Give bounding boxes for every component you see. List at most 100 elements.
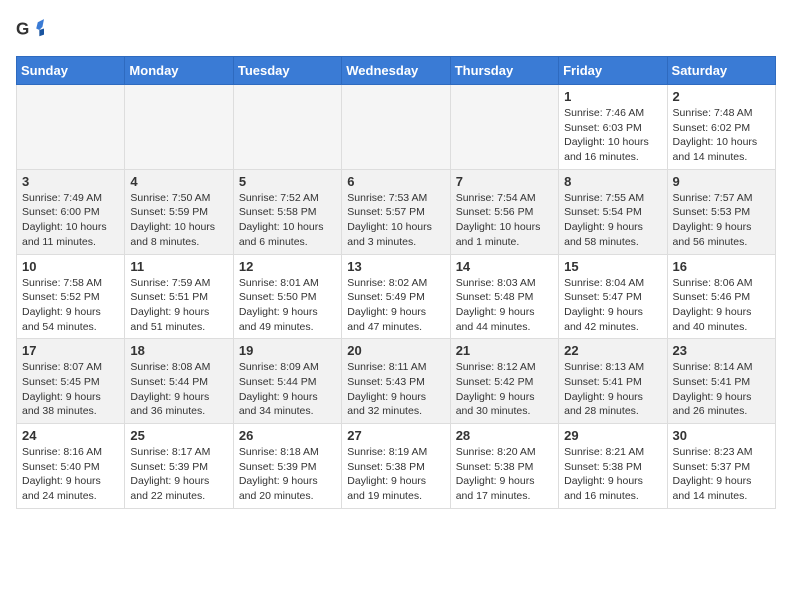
calendar-cell: 16 Sunrise: 8:06 AM Sunset: 5:46 PM Dayli… bbox=[667, 254, 775, 339]
day-info: Sunrise: 7:49 AM Sunset: 6:00 PM Dayligh… bbox=[22, 191, 119, 250]
day-info: Sunrise: 8:14 AM Sunset: 5:41 PM Dayligh… bbox=[673, 360, 770, 419]
day-number: 17 bbox=[22, 343, 119, 358]
calendar-cell: 3 Sunrise: 7:49 AM Sunset: 6:00 PM Daylig… bbox=[17, 169, 125, 254]
calendar-cell bbox=[125, 85, 233, 170]
day-info: Sunrise: 8:04 AM Sunset: 5:47 PM Dayligh… bbox=[564, 276, 661, 335]
day-info: Sunrise: 8:23 AM Sunset: 5:37 PM Dayligh… bbox=[673, 445, 770, 504]
day-number: 6 bbox=[347, 174, 444, 189]
day-info: Sunrise: 8:01 AM Sunset: 5:50 PM Dayligh… bbox=[239, 276, 336, 335]
weekday-header-friday: Friday bbox=[559, 57, 667, 85]
day-number: 1 bbox=[564, 89, 661, 104]
calendar-cell: 18 Sunrise: 8:08 AM Sunset: 5:44 PM Dayli… bbox=[125, 339, 233, 424]
day-info: Sunrise: 8:02 AM Sunset: 5:49 PM Dayligh… bbox=[347, 276, 444, 335]
day-info: Sunrise: 8:18 AM Sunset: 5:39 PM Dayligh… bbox=[239, 445, 336, 504]
calendar-week-2: 3 Sunrise: 7:49 AM Sunset: 6:00 PM Daylig… bbox=[17, 169, 776, 254]
day-info: Sunrise: 7:50 AM Sunset: 5:59 PM Dayligh… bbox=[130, 191, 227, 250]
calendar-cell: 12 Sunrise: 8:01 AM Sunset: 5:50 PM Dayli… bbox=[233, 254, 341, 339]
day-number: 28 bbox=[456, 428, 553, 443]
day-number: 3 bbox=[22, 174, 119, 189]
day-info: Sunrise: 8:20 AM Sunset: 5:38 PM Dayligh… bbox=[456, 445, 553, 504]
day-number: 5 bbox=[239, 174, 336, 189]
page-header: G bbox=[16, 16, 776, 44]
day-info: Sunrise: 8:13 AM Sunset: 5:41 PM Dayligh… bbox=[564, 360, 661, 419]
weekday-header-thursday: Thursday bbox=[450, 57, 558, 85]
weekday-header-tuesday: Tuesday bbox=[233, 57, 341, 85]
calendar-cell bbox=[342, 85, 450, 170]
day-number: 29 bbox=[564, 428, 661, 443]
calendar-cell: 9Sunrise: 7:57 AM Sunset: 5:53 PM Daylig… bbox=[667, 169, 775, 254]
day-number: 16 bbox=[673, 259, 770, 274]
calendar-cell: 2 Sunrise: 7:48 AM Sunset: 6:02 PM Daylig… bbox=[667, 85, 775, 170]
calendar-week-1: 1 Sunrise: 7:46 AM Sunset: 6:03 PM Daylig… bbox=[17, 85, 776, 170]
calendar-cell: 13 Sunrise: 8:02 AM Sunset: 5:49 PM Dayli… bbox=[342, 254, 450, 339]
calendar-cell: 5Sunrise: 7:52 AM Sunset: 5:58 PM Daylig… bbox=[233, 169, 341, 254]
weekday-header-saturday: Saturday bbox=[667, 57, 775, 85]
calendar-cell: 21Sunrise: 8:12 AM Sunset: 5:42 PM Dayli… bbox=[450, 339, 558, 424]
day-info: Sunrise: 8:11 AM Sunset: 5:43 PM Dayligh… bbox=[347, 360, 444, 419]
calendar-cell: 26 Sunrise: 8:18 AM Sunset: 5:39 PM Dayli… bbox=[233, 424, 341, 509]
calendar-cell: 28 Sunrise: 8:20 AM Sunset: 5:38 PM Dayli… bbox=[450, 424, 558, 509]
logo-icon: G bbox=[16, 16, 44, 44]
day-info: Sunrise: 8:09 AM Sunset: 5:44 PM Dayligh… bbox=[239, 360, 336, 419]
day-number: 30 bbox=[673, 428, 770, 443]
day-number: 26 bbox=[239, 428, 336, 443]
calendar-cell: 20Sunrise: 8:11 AM Sunset: 5:43 PM Dayli… bbox=[342, 339, 450, 424]
calendar-cell: 30 Sunrise: 8:23 AM Sunset: 5:37 PM Dayli… bbox=[667, 424, 775, 509]
calendar-cell bbox=[450, 85, 558, 170]
day-info: Sunrise: 8:07 AM Sunset: 5:45 PM Dayligh… bbox=[22, 360, 119, 419]
calendar-cell: 14 Sunrise: 8:03 AM Sunset: 5:48 PM Dayli… bbox=[450, 254, 558, 339]
calendar-cell bbox=[17, 85, 125, 170]
day-number: 19 bbox=[239, 343, 336, 358]
weekday-header-monday: Monday bbox=[125, 57, 233, 85]
svg-text:G: G bbox=[16, 20, 29, 39]
day-number: 13 bbox=[347, 259, 444, 274]
day-info: Sunrise: 8:06 AM Sunset: 5:46 PM Dayligh… bbox=[673, 276, 770, 335]
day-info: Sunrise: 7:46 AM Sunset: 6:03 PM Dayligh… bbox=[564, 106, 661, 165]
day-number: 11 bbox=[130, 259, 227, 274]
calendar-cell: 15 Sunrise: 8:04 AM Sunset: 5:47 PM Dayli… bbox=[559, 254, 667, 339]
day-number: 7 bbox=[456, 174, 553, 189]
calendar-cell: 24 Sunrise: 8:16 AM Sunset: 5:40 PM Dayli… bbox=[17, 424, 125, 509]
logo: G bbox=[16, 16, 48, 44]
calendar-cell: 6 Sunrise: 7:53 AM Sunset: 5:57 PM Daylig… bbox=[342, 169, 450, 254]
calendar-week-3: 10Sunrise: 7:58 AM Sunset: 5:52 PM Dayli… bbox=[17, 254, 776, 339]
day-number: 23 bbox=[673, 343, 770, 358]
calendar-cell: 25Sunrise: 8:17 AM Sunset: 5:39 PM Dayli… bbox=[125, 424, 233, 509]
day-info: Sunrise: 8:08 AM Sunset: 5:44 PM Dayligh… bbox=[130, 360, 227, 419]
day-info: Sunrise: 8:16 AM Sunset: 5:40 PM Dayligh… bbox=[22, 445, 119, 504]
day-number: 8 bbox=[564, 174, 661, 189]
day-info: Sunrise: 7:58 AM Sunset: 5:52 PM Dayligh… bbox=[22, 276, 119, 335]
calendar-cell bbox=[233, 85, 341, 170]
day-number: 14 bbox=[456, 259, 553, 274]
day-info: Sunrise: 7:48 AM Sunset: 6:02 PM Dayligh… bbox=[673, 106, 770, 165]
day-number: 4 bbox=[130, 174, 227, 189]
weekday-header-wednesday: Wednesday bbox=[342, 57, 450, 85]
day-info: Sunrise: 7:59 AM Sunset: 5:51 PM Dayligh… bbox=[130, 276, 227, 335]
day-number: 24 bbox=[22, 428, 119, 443]
calendar-table: SundayMondayTuesdayWednesdayThursdayFrid… bbox=[16, 56, 776, 509]
calendar-cell: 8 Sunrise: 7:55 AM Sunset: 5:54 PM Daylig… bbox=[559, 169, 667, 254]
day-number: 27 bbox=[347, 428, 444, 443]
day-number: 12 bbox=[239, 259, 336, 274]
calendar-cell: 17 Sunrise: 8:07 AM Sunset: 5:45 PM Dayli… bbox=[17, 339, 125, 424]
calendar-week-4: 17 Sunrise: 8:07 AM Sunset: 5:45 PM Dayli… bbox=[17, 339, 776, 424]
day-number: 2 bbox=[673, 89, 770, 104]
calendar-cell: 7 Sunrise: 7:54 AM Sunset: 5:56 PM Daylig… bbox=[450, 169, 558, 254]
day-info: Sunrise: 8:19 AM Sunset: 5:38 PM Dayligh… bbox=[347, 445, 444, 504]
weekday-header-sunday: Sunday bbox=[17, 57, 125, 85]
day-number: 18 bbox=[130, 343, 227, 358]
day-number: 22 bbox=[564, 343, 661, 358]
day-info: Sunrise: 7:54 AM Sunset: 5:56 PM Dayligh… bbox=[456, 191, 553, 250]
day-number: 21 bbox=[456, 343, 553, 358]
day-info: Sunrise: 7:55 AM Sunset: 5:54 PM Dayligh… bbox=[564, 191, 661, 250]
calendar-cell: 19 Sunrise: 8:09 AM Sunset: 5:44 PM Dayli… bbox=[233, 339, 341, 424]
day-number: 15 bbox=[564, 259, 661, 274]
day-info: Sunrise: 7:53 AM Sunset: 5:57 PM Dayligh… bbox=[347, 191, 444, 250]
day-number: 9 bbox=[673, 174, 770, 189]
day-number: 25 bbox=[130, 428, 227, 443]
calendar-cell: 23 Sunrise: 8:14 AM Sunset: 5:41 PM Dayli… bbox=[667, 339, 775, 424]
weekday-header-row: SundayMondayTuesdayWednesdayThursdayFrid… bbox=[17, 57, 776, 85]
day-info: Sunrise: 8:03 AM Sunset: 5:48 PM Dayligh… bbox=[456, 276, 553, 335]
day-info: Sunrise: 8:21 AM Sunset: 5:38 PM Dayligh… bbox=[564, 445, 661, 504]
calendar-cell: 10Sunrise: 7:58 AM Sunset: 5:52 PM Dayli… bbox=[17, 254, 125, 339]
